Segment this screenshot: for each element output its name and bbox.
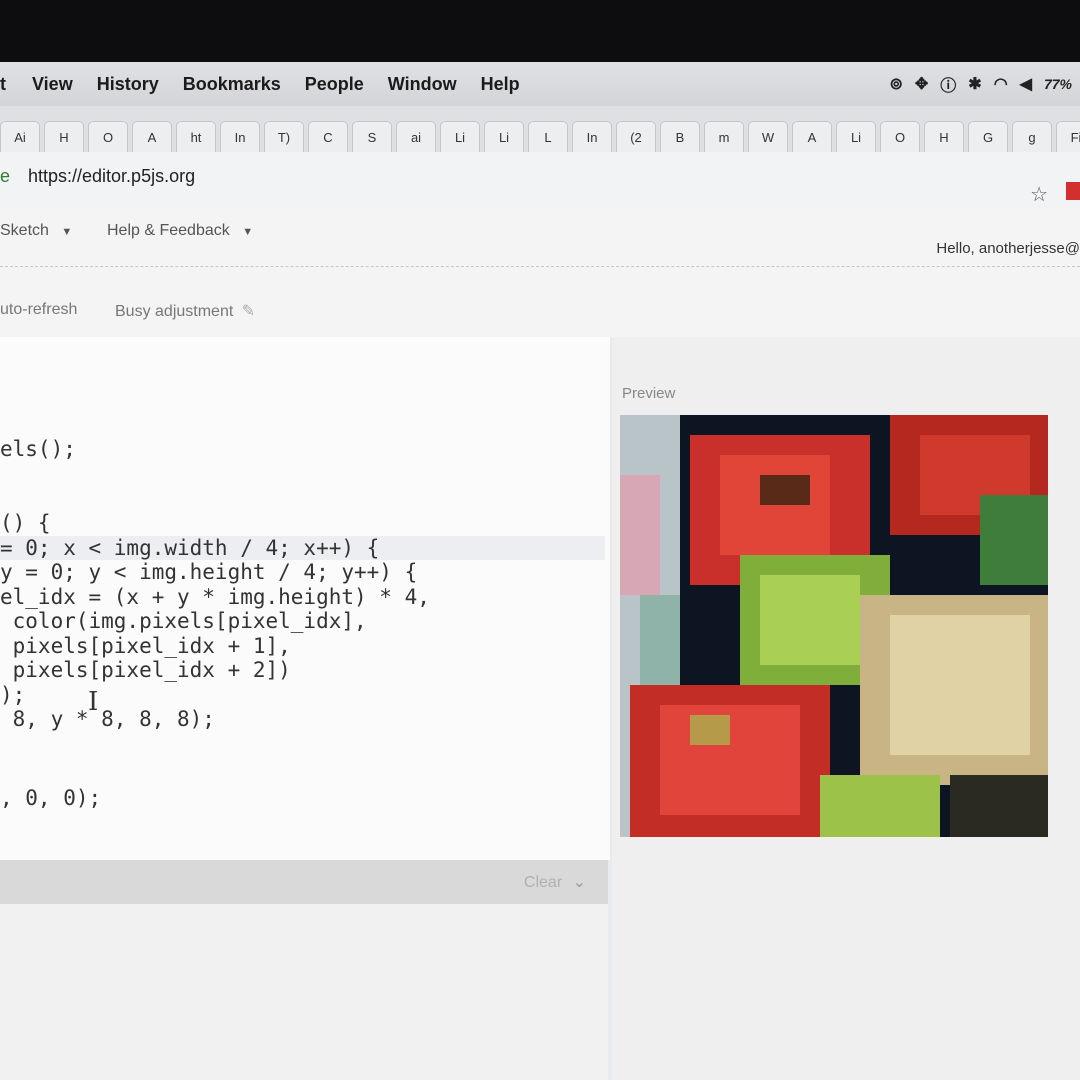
tab[interactable]: H [924, 121, 964, 152]
auto-refresh-toggle[interactable]: uto-refresh [0, 301, 77, 319]
tab[interactable]: S [352, 121, 392, 152]
menu-item-edit[interactable]: t [0, 74, 6, 95]
menu-item-window[interactable]: Window [388, 74, 457, 95]
tab[interactable]: B [660, 121, 700, 152]
code-line: pixels[pixel_idx + 2]) [0, 658, 291, 682]
creative-cloud-icon[interactable]: ⊚ [889, 74, 902, 94]
console-clear-button[interactable]: Clear ⌄ [524, 872, 586, 892]
tab[interactable]: m [704, 121, 744, 152]
tab[interactable]: In [572, 121, 612, 152]
tab[interactable]: ai [396, 121, 436, 152]
nav-sketch-label: Sketch [0, 222, 49, 239]
sketch-name-label: Busy adjustment [115, 303, 234, 320]
tab[interactable]: H [44, 121, 84, 152]
menu-item-view[interactable]: View [32, 74, 73, 95]
battery-percent[interactable]: 77% [1044, 76, 1072, 92]
tab[interactable]: g [1012, 121, 1052, 152]
preview-canvas[interactable] [620, 415, 1048, 837]
tab[interactable]: L [528, 121, 568, 152]
address-bar: e https://editor.p5js.org ☆ [0, 152, 1080, 209]
clear-label: Clear [523, 874, 563, 891]
console-header: Clear ⌄ [0, 860, 608, 904]
code-line: y = 0; y < img.height / 4; y++) { [0, 560, 418, 584]
menu-item-people[interactable]: People [305, 74, 364, 95]
tab[interactable]: W [748, 121, 788, 152]
tab[interactable]: ht [176, 121, 216, 152]
menu-item-bookmarks[interactable]: Bookmarks [183, 74, 281, 95]
code-line: 8, y * 8, 8, 8); [0, 707, 215, 731]
tab[interactable]: O [880, 121, 920, 152]
bookmark-star-icon[interactable]: ☆ [1030, 182, 1048, 207]
code-line: els(); [0, 437, 76, 461]
code-editor[interactable]: els(); () { = 0; x < img.width / 4; x++)… [0, 337, 610, 860]
console-output[interactable] [0, 904, 608, 1080]
url-input[interactable]: https://editor.p5js.org [28, 166, 195, 187]
preview-pane: Preview [612, 337, 1080, 1080]
code-line: el_idx = (x + y * img.height) * 4, [0, 585, 430, 609]
tab[interactable]: Li [484, 121, 524, 152]
chevron-down-icon[interactable]: ⌄ [573, 874, 586, 891]
status-tray: ⊚ ✥ ⓘ ✱ ◠ ◀ 77% [889, 72, 1072, 96]
sketch-toolbar: uto-refresh Busy adjustment ✎ [0, 267, 1080, 337]
code-line: color(img.pixels[pixel_idx], [0, 609, 367, 633]
user-greeting[interactable]: Hello, anotherjesse@ [936, 240, 1080, 257]
nav-help-menu[interactable]: Help & Feedback ▼ [107, 222, 253, 240]
pixelated-fruit-image [620, 415, 1048, 837]
chevron-down-icon: ▼ [242, 226, 254, 238]
pencil-icon[interactable]: ✎ [242, 303, 255, 320]
bluetooth-icon[interactable]: ✱ [968, 74, 981, 94]
secure-label[interactable]: e [0, 166, 10, 187]
code-line: pixels[pixel_idx + 1], [0, 634, 291, 658]
tab[interactable]: (2 [616, 121, 656, 152]
tab[interactable]: A [132, 121, 172, 152]
text-cursor-icon: I [88, 687, 99, 717]
code-line: = 0; x < img.width / 4; x++) { [0, 536, 380, 560]
tab[interactable]: In [220, 121, 260, 152]
tab[interactable]: O [88, 121, 128, 152]
extension-icon[interactable] [1066, 182, 1080, 200]
chevron-down-icon: ▼ [61, 226, 73, 238]
volume-icon[interactable]: ◀ [1020, 74, 1032, 94]
wifi-icon[interactable]: ◠ [994, 74, 1008, 94]
tab[interactable]: Li [836, 121, 876, 152]
tab[interactable]: C [308, 121, 348, 152]
code-line: ); [0, 683, 26, 707]
tab-strip: Ai H O A ht In T) C S ai Li Li L In (2 B… [0, 106, 1080, 153]
nav-sketch-menu[interactable]: Sketch ▼ [0, 222, 72, 240]
menu-bar: t View History Bookmarks People Window H… [0, 62, 1080, 106]
code-line: , 0, 0); [0, 786, 102, 810]
tab[interactable]: A [792, 121, 832, 152]
accessibility-icon[interactable]: ⓘ [940, 72, 956, 96]
nav-help-label: Help & Feedback [107, 222, 230, 239]
tab[interactable]: Li [440, 121, 480, 152]
preview-label: Preview [622, 385, 676, 402]
tab[interactable]: T) [264, 121, 304, 152]
menu-item-history[interactable]: History [97, 74, 159, 95]
tab[interactable]: G [968, 121, 1008, 152]
code-line: () { [0, 511, 51, 535]
screen: t View History Bookmarks People Window H… [0, 62, 1080, 1080]
sketch-name[interactable]: Busy adjustment ✎ [115, 301, 255, 321]
tab[interactable]: Fi [1056, 121, 1080, 152]
menu-item-help[interactable]: Help [481, 74, 520, 95]
editor-nav: Sketch ▼ Help & Feedback ▼ Hello, anothe… [0, 208, 1080, 267]
sync-icon[interactable]: ✥ [915, 74, 928, 94]
tab[interactable]: Ai [0, 121, 40, 152]
